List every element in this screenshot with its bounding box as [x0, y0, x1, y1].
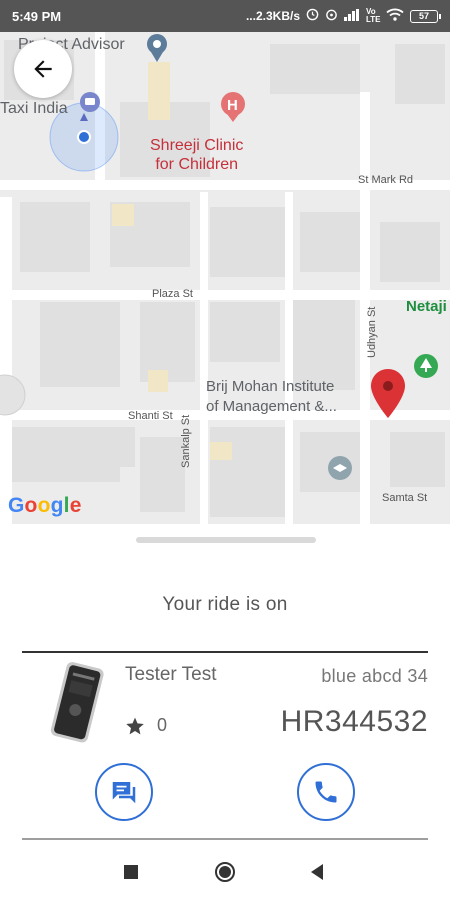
status-icons: ...2.3KB/s Vo LTE 57: [245, 7, 441, 24]
plate-number: HR344532: [280, 705, 428, 738]
status-bar: 5:49 PM ...2.3KB/s Vo LTE 57: [0, 0, 450, 32]
alarm-icon: [325, 8, 338, 24]
back-button[interactable]: [14, 40, 72, 98]
street-plaza: Plaza St: [152, 288, 193, 300]
sheet-handle[interactable]: [136, 537, 316, 543]
battery-level: 57: [418, 11, 429, 21]
recents-square-icon: [124, 865, 138, 879]
star-icon: [126, 717, 144, 734]
ride-status: Your ride is on: [162, 594, 288, 615]
back-triangle-icon: [311, 864, 323, 880]
home-button[interactable]: [214, 861, 236, 883]
institute-line-1: Brij Mohan Institute: [206, 378, 335, 395]
driver-rating: 0: [125, 715, 167, 736]
home-circle-icon: [215, 862, 235, 882]
chat-button[interactable]: [95, 763, 153, 821]
institute-line-2: of Management &...: [206, 398, 337, 415]
svg-text:H: H: [227, 97, 238, 114]
driver-photo: [50, 662, 104, 743]
google-logo: Google: [8, 494, 82, 517]
street-shanti: Shanti St: [128, 410, 173, 422]
street-udhyan: Udhyan St: [366, 306, 378, 358]
phone-icon: [315, 781, 337, 803]
clinic-line-2: for Children: [155, 156, 239, 173]
recents-button[interactable]: [120, 861, 142, 883]
map-view[interactable]: H Project Advisor Taxi India Shreeji Cli…: [0, 32, 450, 524]
arrow-left-icon: [34, 60, 52, 78]
signal-icon: [344, 8, 360, 24]
map-label-clinic: Shreeji Clinic for Children: [150, 136, 243, 174]
street-samta: Samta St: [382, 492, 428, 504]
status-time: 5:49 PM: [12, 8, 62, 24]
map-label-netaji: Netaji: [406, 298, 447, 315]
rating-value: 0: [157, 715, 168, 735]
call-button[interactable]: [297, 763, 355, 821]
back-nav-button[interactable]: [306, 861, 328, 883]
battery-icon: 57: [410, 9, 441, 23]
driver-name: Tester Test: [125, 664, 217, 685]
map-label-institute: Brij Mohan Institute of Management &...: [206, 377, 337, 417]
clinic-line-1: Shreeji Clinic: [150, 137, 244, 154]
wifi-icon: [386, 8, 404, 24]
chat-icon: [112, 782, 136, 804]
street-st-mark: St Mark Rd: [358, 174, 414, 186]
network-type: Vo LTE: [366, 7, 381, 24]
divider: [22, 651, 428, 653]
network-speed: ...2.3KB/s: [245, 9, 300, 23]
vehicle-description: blue abcd 34: [321, 666, 428, 686]
system-nav-bar: [0, 843, 450, 900]
map-label-taxi: Taxi India: [0, 100, 68, 117]
street-sankalp: Sankalp St: [180, 414, 192, 468]
divider: [22, 838, 428, 840]
timer-icon: [306, 8, 319, 24]
